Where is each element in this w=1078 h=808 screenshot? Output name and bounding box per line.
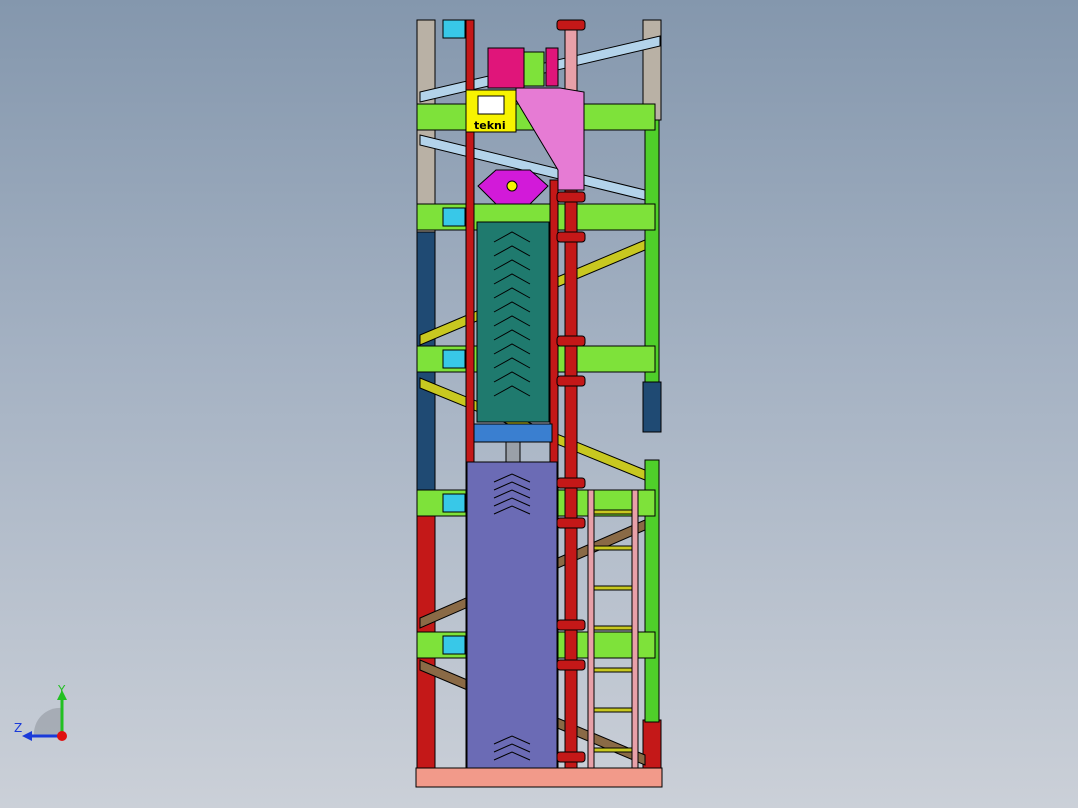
left-column-red — [416, 489, 436, 769]
base-plate — [415, 767, 663, 788]
collar-top — [556, 19, 586, 31]
ladder-rail-left — [587, 489, 595, 769]
nameplate-logo-text: tekni — [474, 119, 506, 132]
clamp-top — [442, 19, 466, 39]
ladder-rail-right — [631, 489, 639, 769]
right-green-rail — [644, 119, 660, 383]
motor-gearbox — [523, 51, 545, 87]
motor-cap — [545, 47, 559, 87]
z-axis-label: Z — [14, 721, 22, 735]
axis-triad: Y Z — [14, 684, 67, 741]
right-column-blue-block — [642, 381, 662, 433]
right-column-lower — [642, 719, 662, 769]
collar-6 — [556, 517, 586, 529]
collar-8 — [556, 659, 586, 671]
pulley-hub — [506, 180, 518, 192]
y-axis-label: Y — [57, 684, 66, 697]
collar-1 — [556, 191, 586, 203]
collar-3 — [556, 335, 586, 347]
chute-teal — [476, 221, 550, 423]
clamp-4 — [442, 635, 466, 655]
collar-7 — [556, 619, 586, 631]
clamp-2 — [442, 349, 466, 369]
nameplate-icon — [477, 95, 505, 115]
x-axis-dot — [57, 731, 67, 741]
collection-bin — [466, 461, 558, 769]
chute-spout — [505, 441, 521, 463]
z-axis-arrow — [22, 731, 32, 741]
collar-2 — [556, 231, 586, 243]
clamp-3 — [442, 493, 466, 513]
triad-arc — [33, 707, 62, 736]
clamp-1 — [442, 207, 466, 227]
collar-9 — [556, 751, 586, 763]
motor-body — [487, 47, 525, 89]
collar-4 — [556, 375, 586, 387]
ladder-rungs — [593, 509, 633, 753]
chute-base-clamp — [473, 423, 553, 443]
lift-shaft-top — [564, 27, 578, 99]
collar-5 — [556, 477, 586, 489]
cad-viewport[interactable]: tekni Y Z — [0, 0, 1078, 808]
tower-model[interactable]: tekni — [0, 0, 1078, 808]
